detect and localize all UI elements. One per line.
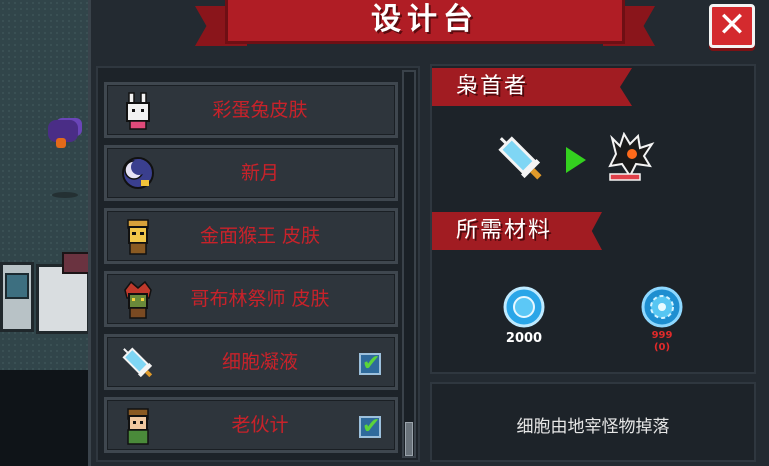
- material-owned: (0): [653, 342, 671, 353]
- red-blob-sprite: [62, 252, 90, 274]
- close-button[interactable]: ✕: [709, 4, 755, 48]
- list-item[interactable]: 细胞凝液: [104, 334, 398, 390]
- scrollbar-thumb[interactable]: [405, 422, 413, 456]
- close-icon: ✕: [717, 5, 747, 45]
- item-label: 新月: [240, 162, 279, 184]
- checkmark-icon: [359, 414, 381, 439]
- game-background: [0, 0, 90, 466]
- description-box: 细胞由地宰怪物掉落: [430, 382, 756, 462]
- purple-monster-sprite: [48, 120, 78, 148]
- material-amount: 2000: [505, 331, 543, 346]
- target-name: 枭首者: [456, 74, 529, 99]
- list-item[interactable]: 金面猴王 皮肤: [104, 208, 398, 264]
- page-title: 设计台: [371, 2, 479, 37]
- list-item[interactable]: 新月: [104, 145, 398, 201]
- arrow-right-icon: [566, 147, 586, 173]
- crescent-moon-icon: [122, 157, 154, 189]
- item-description: 细胞由地宰怪物掉落: [516, 417, 670, 437]
- dungeon-floor: [0, 370, 90, 466]
- item-label: 老伙计: [231, 414, 289, 436]
- workbench-machine: [0, 262, 34, 332]
- syringe-icon: [498, 136, 542, 180]
- bunny-skin-icon: [126, 92, 150, 130]
- list-item[interactable]: 彩蛋兔皮肤: [104, 82, 398, 138]
- banner-main: 设计台: [225, 0, 625, 44]
- materials-label: 所需材料: [456, 218, 553, 243]
- list-scrollbar[interactable]: [402, 70, 416, 458]
- item-label: 金面猴王 皮肤: [199, 225, 321, 247]
- materials-banner: 所需材料: [432, 212, 602, 250]
- goblin-priest-skin-icon: [124, 280, 152, 319]
- checkmark-icon: [359, 351, 381, 376]
- gem-currency-icon: [503, 286, 545, 328]
- cell-material-icon: [641, 286, 683, 328]
- target-banner: 枭首者: [432, 68, 632, 106]
- machine-screen: [5, 273, 29, 299]
- list-item[interactable]: 老伙计: [104, 397, 398, 453]
- old-buddy-icon: [127, 408, 149, 445]
- headhunter-weapon-icon: [608, 132, 655, 181]
- item-label: 细胞凝液: [221, 351, 298, 373]
- material-amount: 999: [651, 330, 673, 341]
- item-label: 哥布林祭师 皮肤: [190, 288, 330, 310]
- item-label: 彩蛋兔皮肤: [212, 99, 308, 121]
- workbench-desk: [36, 264, 90, 334]
- sprite-shadow: [52, 192, 78, 198]
- list-item[interactable]: 哥布林祭师 皮肤: [104, 271, 398, 327]
- syringe-icon: [122, 347, 153, 378]
- monkey-king-skin-icon: [127, 219, 149, 255]
- title-banner: 设计台: [195, 0, 655, 50]
